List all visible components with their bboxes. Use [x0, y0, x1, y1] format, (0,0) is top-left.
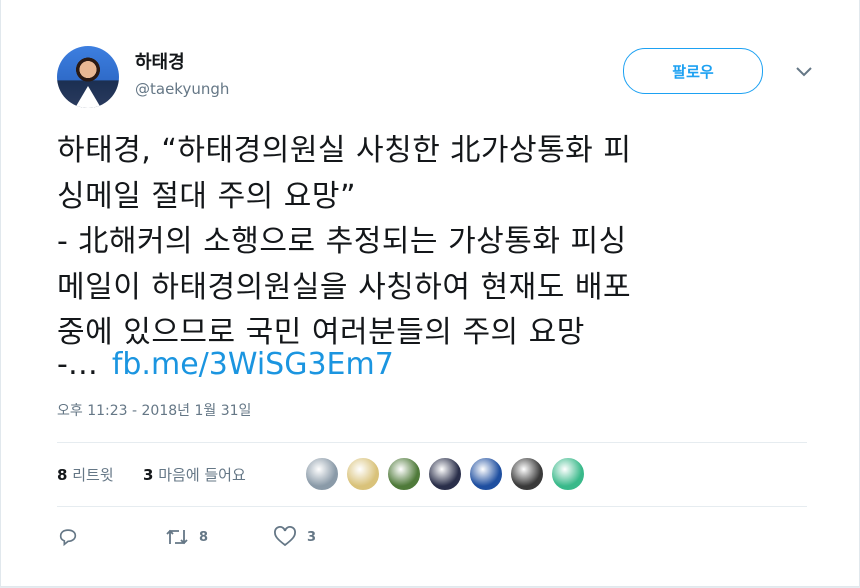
tweet-text: 하태경, “하태경의원실 사칭한 北가상통화 피 싱메일 절대 주의 요망” -…: [57, 128, 817, 356]
liker-avatar[interactable]: [346, 457, 380, 491]
liker-avatar[interactable]: [428, 457, 462, 491]
liker-avatars: [305, 457, 592, 491]
divider: [57, 442, 807, 443]
tweet-line: 싱메일 절대 주의 요망”: [57, 178, 357, 214]
like-action-count: 3: [307, 529, 317, 545]
liker-avatar[interactable]: [305, 457, 339, 491]
chevron-down-icon[interactable]: [793, 60, 815, 82]
tweet-ellipsis: -…: [57, 347, 98, 382]
tweet-line: 메일이 하태경의원실을 사칭하여 현재도 배포: [57, 269, 632, 305]
follow-button[interactable]: 팔로우: [623, 48, 763, 94]
liker-avatar[interactable]: [469, 457, 503, 491]
tweet-header: 하태경 @taekyungh 팔로우: [57, 46, 817, 110]
retweet-label: 리트윗: [72, 466, 114, 484]
reply-button[interactable]: [57, 526, 89, 548]
retweet-stat[interactable]: 8 리트윗: [57, 464, 114, 485]
tweet-card: 하태경 @taekyungh 팔로우 하태경, “하태경의원실 사칭한 北가상통…: [0, 0, 860, 587]
like-stat[interactable]: 3 마음에 들어요: [143, 464, 246, 485]
like-label: 마음에 들어요: [158, 466, 246, 484]
reply-icon: [59, 529, 77, 547]
retweet-count: 8: [57, 466, 68, 484]
heart-icon: [274, 526, 296, 547]
user-handle[interactable]: @taekyungh: [135, 80, 229, 98]
liker-avatar[interactable]: [387, 457, 421, 491]
tweet-timestamp[interactable]: 오후 11:23 - 2018년 1월 31일: [57, 400, 251, 420]
like-button[interactable]: 3: [273, 526, 316, 548]
retweet-icon: [166, 529, 188, 545]
tweet-link-row: -… fb.me/3WiSG3Em7: [57, 342, 394, 387]
user-avatar[interactable]: [57, 46, 119, 108]
user-name[interactable]: 하태경: [135, 48, 185, 74]
tweet-line: 하태경, “하태경의원실 사칭한 北가상통화 피: [57, 133, 632, 168]
like-count: 3: [143, 466, 154, 484]
liker-avatar[interactable]: [551, 457, 585, 491]
divider: [57, 506, 807, 507]
tweet-link[interactable]: fb.me/3WiSG3Em7: [112, 347, 394, 382]
retweet-action-count: 8: [199, 529, 209, 545]
tweet-stats: 8 리트윗 3 마음에 들어요: [57, 454, 807, 494]
retweet-button[interactable]: 8: [165, 526, 208, 548]
tweet-actions: 8 3: [57, 524, 457, 554]
tweet-line: - 北해커의 소행으로 추정되는 가상통화 피싱: [57, 224, 627, 259]
liker-avatar[interactable]: [510, 457, 544, 491]
